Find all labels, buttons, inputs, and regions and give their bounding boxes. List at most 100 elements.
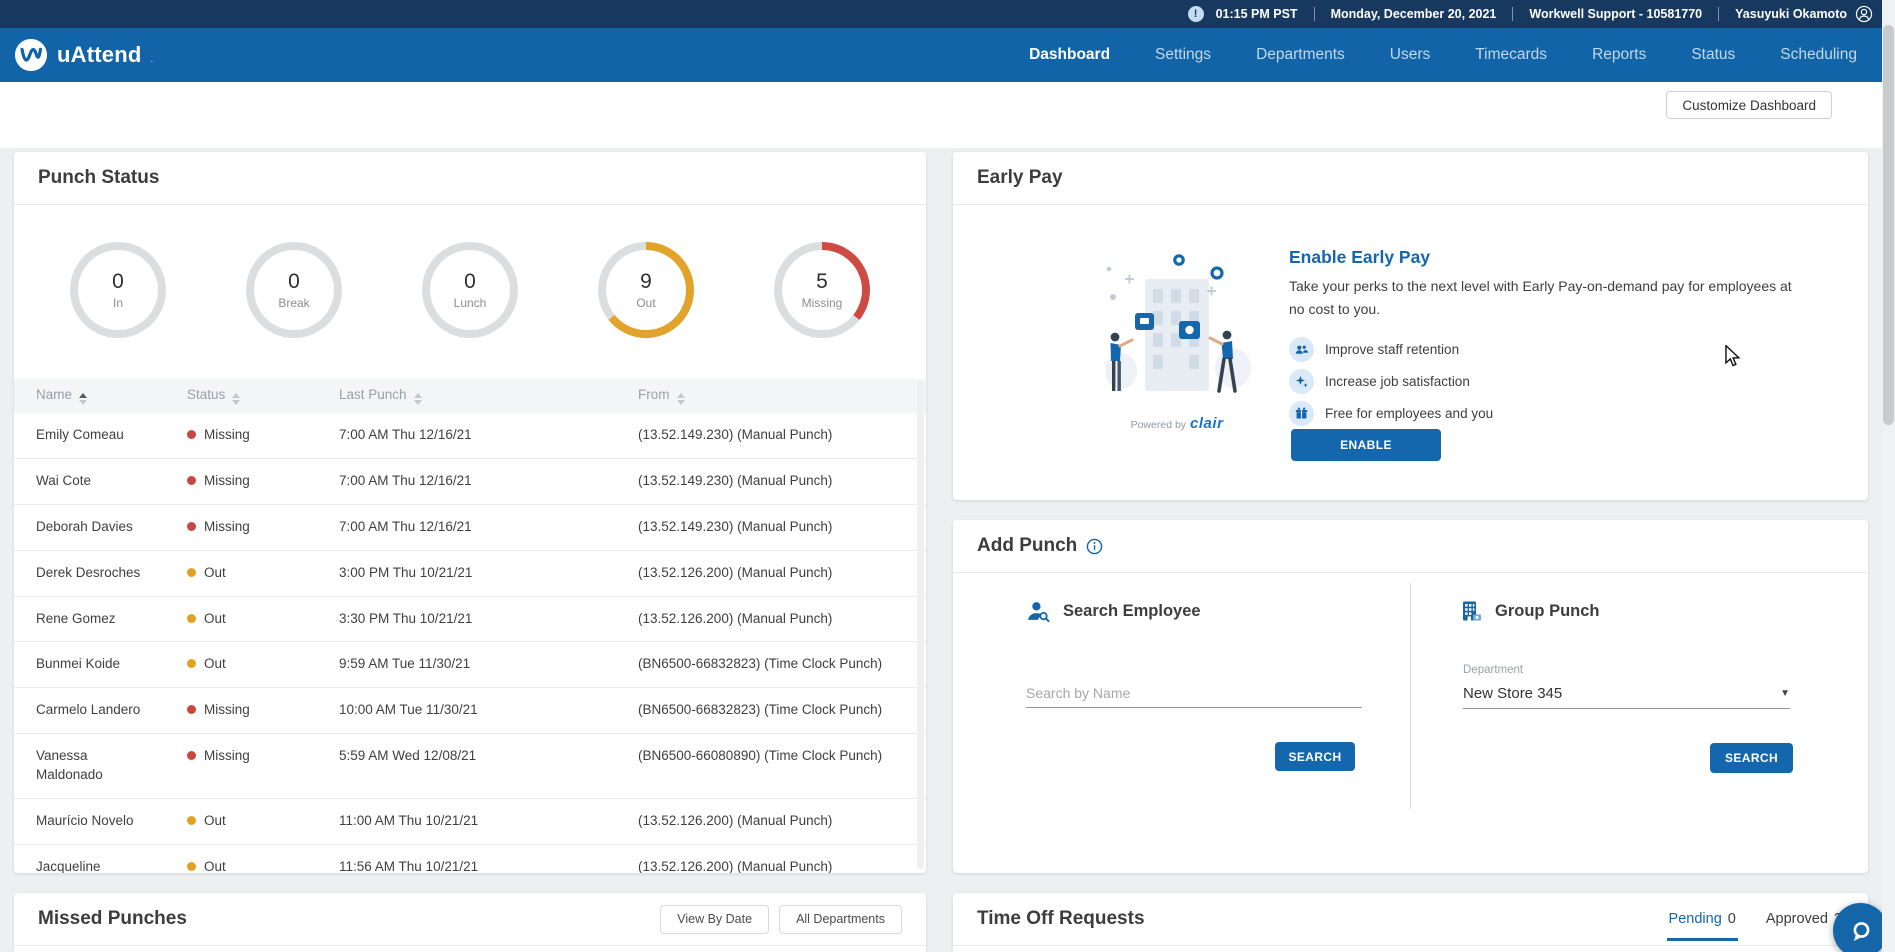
column-header-from[interactable]: From xyxy=(616,379,926,413)
status-dot-icon xyxy=(187,659,196,669)
early-pay-benefit: Increase job satisfaction xyxy=(1289,365,1493,397)
people-icon xyxy=(1289,336,1314,362)
cell-from: (BN6500-66832823) (Time Clock Punch) xyxy=(638,702,883,718)
cell-status: Missing xyxy=(165,458,317,504)
punch-table-row[interactable]: Emily Comeau Missing 7:00 AM Thu 12/16/21 (… xyxy=(14,413,926,459)
timeoff-tab-pending[interactable]: Pending 0 xyxy=(1666,893,1739,946)
nav-item-users[interactable]: Users xyxy=(1390,46,1430,64)
punch-status-header: Punch Status xyxy=(14,152,926,205)
status-dot-icon xyxy=(187,613,196,623)
cell-last-punch: 11:56 AM Thu 10/21/21 xyxy=(339,858,479,873)
stat-label: Out xyxy=(636,295,656,310)
cell-name: Rene Gomez xyxy=(36,610,116,626)
cell-from: (BN6500-66080890) (Time Clock Punch) xyxy=(638,748,883,764)
cell-last-punch: 9:59 AM Tue 11/30/21 xyxy=(339,656,471,672)
department-selected-value: New Store 345 xyxy=(1463,685,1563,702)
customize-dashboard-button[interactable]: Customize Dashboard xyxy=(1666,91,1832,119)
punch-table-row[interactable]: Deborah Davies Missing 7:00 AM Thu 12/16/2… xyxy=(14,504,926,551)
dashboard-content: Punch Status 0 In 0 Break 0 Lunch 9 Out 5 Missing… xyxy=(0,148,1895,952)
cell-status: Out xyxy=(165,844,317,873)
punch-table-row[interactable]: Derek Desroches Out 3:00 PM Thu 10/21/21 (1… xyxy=(14,550,926,597)
cell-name: Deborah Davies xyxy=(36,518,133,534)
punch-table-row[interactable]: Bunmei Koide Out 9:59 AM Tue 11/30/21 (BN65… xyxy=(14,642,926,688)
employee-search-button[interactable]: SEARCH xyxy=(1275,742,1355,771)
cell-status: Out xyxy=(165,642,317,688)
nav-item-settings[interactable]: Settings xyxy=(1155,46,1211,64)
column-header-last-punch[interactable]: Last Punch xyxy=(317,379,616,413)
timeoff-tab-approved[interactable]: Approved2 xyxy=(1764,893,1844,946)
brand-logo[interactable]: uAttend. xyxy=(14,38,153,72)
department-select[interactable]: New Store 345 ▼ xyxy=(1463,679,1790,709)
search-employee-section-header: Search Employee xyxy=(1026,599,1201,624)
stat-label: Missing xyxy=(801,295,843,310)
all-departments-button[interactable]: All Departments xyxy=(779,904,902,934)
punch-table-row[interactable]: Jacqueline Pearce Out 11:56 AM Thu 10/21/2… xyxy=(14,844,926,873)
nav-item-scheduling[interactable]: Scheduling xyxy=(1780,46,1857,64)
cell-last-punch: 7:00 AM Thu 12/16/21 xyxy=(339,427,472,442)
department-label: Department xyxy=(1463,664,1524,676)
brand-name: uAttend xyxy=(57,42,142,67)
punch-stat-break[interactable]: 0 Break xyxy=(246,242,342,379)
scrollbar-thumb[interactable] xyxy=(1883,25,1894,425)
cell-name: Carmelo Landero xyxy=(36,702,141,718)
stat-label: In xyxy=(112,295,123,310)
cell-status: Missing xyxy=(165,413,317,458)
nav-item-reports[interactable]: Reports xyxy=(1592,46,1646,64)
early-pay-benefit: Improve staff retention xyxy=(1289,333,1493,365)
stat-label: Break xyxy=(278,295,310,310)
nav-item-departments[interactable]: Departments xyxy=(1256,46,1345,64)
cell-from: (13.52.126.200) (Manual Punch) xyxy=(638,813,833,829)
table-scrollbar[interactable] xyxy=(917,381,924,869)
search-employee-heading: Search Employee xyxy=(1063,602,1201,620)
search-by-name-input[interactable] xyxy=(1026,678,1362,708)
sparkles-icon xyxy=(1289,368,1314,394)
nav-item-dashboard[interactable]: Dashboard xyxy=(1029,46,1110,64)
benefit-text: Improve staff retention xyxy=(1325,341,1460,357)
timeoff-tabs: Pending 0 Approved2 xyxy=(1666,893,1844,946)
missed-punches-title: Missed Punches xyxy=(38,908,187,929)
nav-item-status[interactable]: Status xyxy=(1691,46,1735,64)
topbar-support-link[interactable]: Workwell Support - 10581770 xyxy=(1529,7,1702,21)
stat-value: 5 xyxy=(816,270,828,294)
sort-icon xyxy=(232,393,241,405)
group-punch-section-header: Group Punch xyxy=(1459,599,1600,623)
nav-item-timecards[interactable]: Timecards xyxy=(1475,46,1547,64)
punch-table-row[interactable]: Carmelo Landero Missing 10:00 AM Tue 11/30… xyxy=(14,688,926,734)
group-search-button[interactable]: SEARCH xyxy=(1710,743,1793,773)
column-header-name[interactable]: Name xyxy=(14,379,165,413)
cell-from: (13.52.126.200) (Manual Punch) xyxy=(638,858,833,873)
punch-table-row[interactable]: Maurício Novelo Out 11:00 AM Thu 10/21/21 (… xyxy=(14,799,926,845)
status-dot-icon xyxy=(187,861,196,871)
chat-bubble-icon xyxy=(1853,921,1869,941)
punch-table-row[interactable]: Rene Gomez Out 3:30 PM Thu 10/21/21 (13.52.… xyxy=(14,596,926,642)
stat-value: 0 xyxy=(464,270,476,294)
stat-value: 0 xyxy=(112,270,124,294)
cell-status: Out xyxy=(165,596,317,642)
cell-name: Emily Comeau xyxy=(36,427,124,442)
user-account-menu[interactable]: Yasuyuki Okamoto xyxy=(1735,5,1873,23)
page-scrollbar[interactable] xyxy=(1882,0,1895,952)
status-dot-icon xyxy=(187,751,196,761)
cell-last-punch: 7:00 AM Thu 12/16/21 xyxy=(339,472,472,488)
sort-icon xyxy=(413,393,422,405)
punch-table-row[interactable]: Vanessa Maldonado Missing 5:59 AM Wed 12/0… xyxy=(14,734,926,799)
punch-stat-missing[interactable]: 5 Missing xyxy=(774,242,870,379)
alert-info-icon[interactable]: ! xyxy=(1187,6,1204,22)
cell-status: Out xyxy=(165,550,317,596)
punch-stat-out[interactable]: 9 Out xyxy=(598,242,694,379)
view-by-date-button[interactable]: View By Date xyxy=(660,904,770,934)
early-pay-description: Take your perks to the next level with E… xyxy=(1289,278,1792,317)
punch-stat-in[interactable]: 0 In xyxy=(70,242,166,379)
enable-button[interactable]: ENABLE xyxy=(1291,429,1441,461)
column-header-status[interactable]: Status xyxy=(165,379,317,413)
topbar-time: 01:15 PM PST xyxy=(1215,7,1298,21)
early-pay-benefit: Free for employees and you xyxy=(1289,397,1493,429)
chat-widget-button[interactable] xyxy=(1833,903,1888,952)
topbar-username: Yasuyuki Okamoto xyxy=(1735,7,1847,21)
cell-last-punch: 3:00 PM Thu 10/21/21 xyxy=(339,564,473,580)
punch-table-row[interactable]: Wai Cote Missing 7:00 AM Thu 12/16/21 (13.5… xyxy=(14,458,926,505)
topbar-divider xyxy=(1313,7,1315,21)
punch-stat-lunch[interactable]: 0 Lunch xyxy=(422,242,518,379)
cell-status: Missing xyxy=(165,734,317,799)
info-icon[interactable] xyxy=(1086,538,1103,555)
